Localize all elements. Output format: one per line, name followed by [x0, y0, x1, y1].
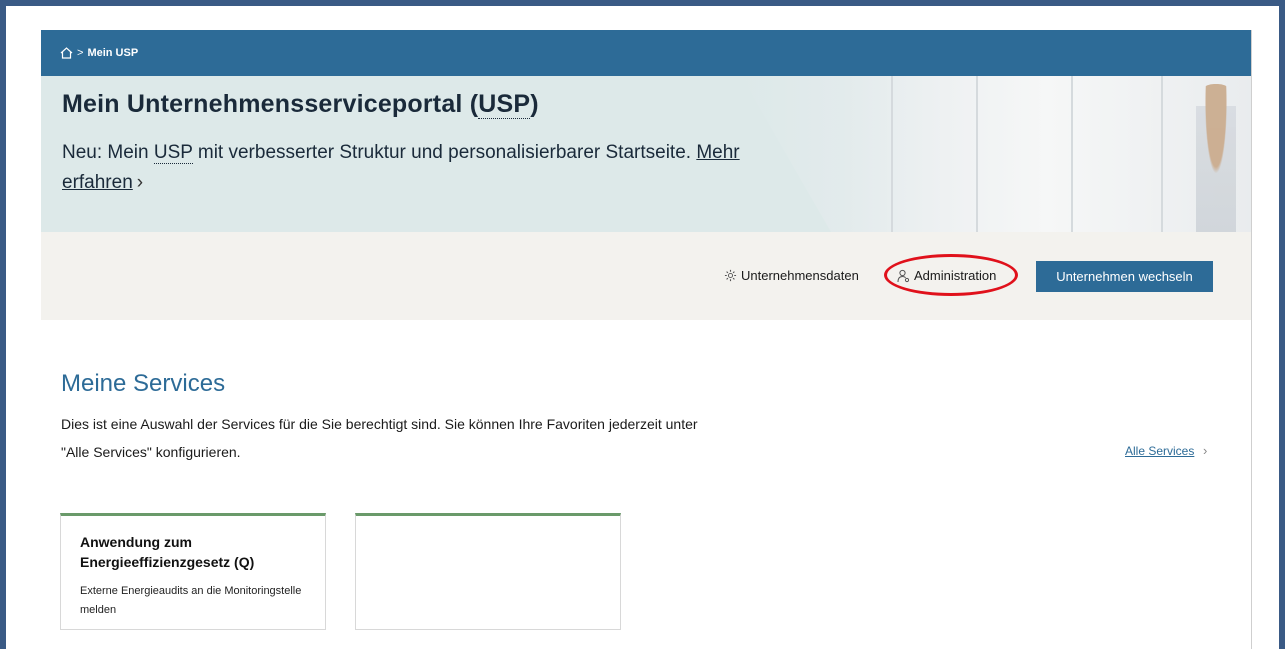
switch-company-button[interactable]: Unternehmen wechseln: [1036, 261, 1213, 292]
services-heading: Meine Services: [61, 370, 226, 397]
home-icon[interactable]: [60, 47, 73, 59]
service-card-energy[interactable]: Anwendung zum Energieeffizienzgesetz (Q)…: [60, 513, 326, 630]
service-card-title: Anwendung zum Energieeffizienzgesetz (Q): [80, 534, 255, 570]
usp-abbreviation: USP: [478, 90, 531, 119]
teaser-usp-abbreviation: USP: [153, 142, 193, 164]
all-services-link[interactable]: Alle Services: [1125, 444, 1194, 458]
portal-page: > Mein USP Mein Unternehmensserviceporta…: [41, 30, 1252, 649]
breadcrumb-current: Mein USP: [87, 47, 139, 59]
gear-icon: [724, 269, 737, 282]
service-card-empty[interactable]: [355, 513, 621, 630]
hero-photo: [741, 76, 1251, 232]
service-card-description: Externe Energieaudits an die Monitorings…: [80, 585, 302, 616]
breadcrumb: > Mein USP: [41, 30, 1251, 76]
learn-more-chevron-icon: ›: [136, 172, 144, 193]
highlight-annotation: [884, 254, 1018, 296]
company-data-link[interactable]: Unternehmensdaten: [724, 268, 859, 283]
hero-teaser: Neu: Mein USP mit verbesserter Struktur …: [62, 142, 740, 193]
page-title: Mein Unternehmensserviceportal (USP): [62, 90, 539, 119]
breadcrumb-separator: >: [77, 47, 84, 59]
company-toolbar: Unternehmensdaten Administration Unterne…: [41, 232, 1251, 320]
hero-banner: Mein Unternehmensserviceportal (USP) Neu…: [41, 76, 1251, 232]
chevron-right-icon: ›: [1203, 443, 1208, 458]
company-data-label: Unternehmensdaten: [741, 268, 859, 283]
services-description: Dies ist eine Auswahl der Services für d…: [61, 416, 698, 460]
